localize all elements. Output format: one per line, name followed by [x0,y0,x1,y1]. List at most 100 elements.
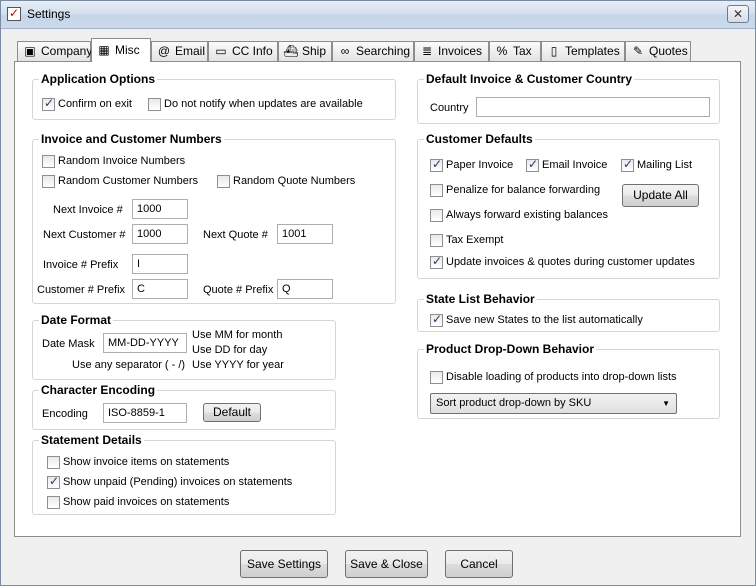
camera-icon: ▣ [24,44,36,58]
save-close-button[interactable]: Save & Close [345,550,428,578]
always-forward-checkbox[interactable]: Always forward existing balances [430,208,608,222]
title-bar[interactable]: ✓ Settings ✕ [1,1,755,29]
checkbox-box[interactable] [430,370,443,384]
tab-company[interactable]: ▣ Company [17,41,92,61]
disable-loading-checkbox[interactable]: Disable loading of products into drop-do… [430,370,677,384]
tab-cc-info[interactable]: ▭ CC Info [208,41,278,61]
checkbox-box[interactable] [526,157,539,172]
misc-panel: Application Options Confirm on exit Do n… [14,61,741,537]
hint-year: Use YYYY for year [192,359,284,371]
statement-details-group: Statement Details Show invoice items on … [32,433,336,515]
confirm-exit-checkbox[interactable]: Confirm on exit [42,96,132,111]
state-list-title: State List Behavior [424,292,537,306]
penalize-checkbox[interactable]: Penalize for balance forwarding [430,183,600,197]
date-format-title: Date Format [39,313,114,327]
email-invoice-checkbox[interactable]: Email Invoice [526,157,607,172]
checkbox-box[interactable] [430,312,443,327]
tab-quotes[interactable]: ✎ Quotes [625,41,691,61]
state-list-group: State List Behavior Save new States to t… [417,292,720,332]
tab-email[interactable]: @ Email [151,41,208,61]
checkbox-box[interactable] [47,455,60,469]
tab-searching[interactable]: ∞ Searching [332,41,414,61]
tab-templates[interactable]: ▯ Templates [541,41,625,61]
customer-defaults-title: Customer Defaults [424,132,535,146]
encoding-input[interactable]: ISO-8859-1 [103,403,187,423]
date-format-group: Date Format Date Mask MM-DD-YYYY Use any… [32,313,336,380]
close-button[interactable]: ✕ [727,5,749,23]
customer-prefix-label: Customer # Prefix [37,284,126,296]
tab-invoices[interactable]: ≣ Invoices [414,41,489,61]
at-icon: @ [157,44,171,58]
update-all-button[interactable]: Update All [622,184,699,207]
invoice-prefix-label: Invoice # Prefix [43,259,119,271]
checkbox-box[interactable] [148,97,161,111]
chevron-down-icon: ▼ [662,399,670,408]
default-country-title: Default Invoice & Customer Country [424,72,635,86]
show-paid-checkbox[interactable]: Show paid invoices on statements [47,495,229,509]
checkbox-box[interactable] [47,474,60,489]
statement-details-title: Statement Details [39,433,144,447]
settings-window: ✓ Settings ✕ ▣ Company ▦ Misc @ Email ▭ CC I… [0,0,756,586]
checkbox-box[interactable] [217,174,230,188]
pencil-icon: ✎ [632,44,644,58]
checkbox-box[interactable] [42,96,55,111]
tax-exempt-checkbox[interactable]: Tax Exempt [430,233,503,247]
customer-prefix-input[interactable]: C [132,279,188,299]
save-states-checkbox[interactable]: Save new States to the list automaticall… [430,312,643,327]
next-invoice-input[interactable]: 1000 [132,199,188,219]
quote-prefix-input[interactable]: Q [277,279,333,299]
application-options-title: Application Options [39,72,157,86]
no-notify-checkbox[interactable]: Do not notify when updates are available [148,97,363,111]
random-invoice-checkbox[interactable]: Random Invoice Numbers [42,154,185,168]
default-encoding-button[interactable]: Default [203,403,261,422]
checkbox-box[interactable] [430,208,443,222]
encoding-label: Encoding [42,408,88,420]
ship-icon: ⛴ [283,44,299,58]
checkbox-box[interactable] [430,254,443,269]
update-invoices-checkbox[interactable]: Update invoices & quotes during customer… [430,254,695,269]
tab-tax[interactable]: % Tax [489,41,541,61]
save-settings-button[interactable]: Save Settings [240,550,328,578]
date-mask-input[interactable]: MM-DD-YYYY [103,333,187,353]
window-title: Settings [27,7,71,21]
application-options-group: Application Options Confirm on exit Do n… [32,72,396,120]
next-customer-input[interactable]: 1000 [132,224,188,244]
mailing-list-checkbox[interactable]: Mailing List [621,157,692,172]
paper-invoice-checkbox[interactable]: Paper Invoice [430,157,513,172]
next-invoice-label: Next Invoice # [53,204,123,216]
binoculars-icon: ∞ [340,44,350,58]
checkbox-box[interactable] [42,154,55,168]
random-customer-checkbox[interactable]: Random Customer Numbers [42,174,198,188]
product-dropdown-title: Product Drop-Down Behavior [424,342,597,356]
checkbox-box[interactable] [42,174,55,188]
quote-prefix-label: Quote # Prefix [203,284,274,296]
checkbox-box[interactable] [47,495,60,509]
country-input[interactable] [476,97,710,117]
sort-product-dropdown[interactable]: Sort product drop-down by SKU ▼ [430,393,677,414]
grid-icon: ▦ [98,43,110,57]
product-dropdown-group: Product Drop-Down Behavior Disable loadi… [417,342,720,419]
tab-ship[interactable]: ⛴ Ship [278,41,332,61]
cancel-button[interactable]: Cancel [445,550,513,578]
show-invoice-items-checkbox[interactable]: Show invoice items on statements [47,455,229,469]
next-quote-input[interactable]: 1001 [277,224,333,244]
show-unpaid-checkbox[interactable]: Show unpaid (Pending) invoices on statem… [47,474,292,489]
tab-misc[interactable]: ▦ Misc [91,38,151,62]
country-label: Country [430,102,469,114]
checkbox-box[interactable] [621,157,634,172]
hint-day: Use DD for day [192,344,268,356]
default-country-group: Default Invoice & Customer Country Count… [417,72,720,124]
next-quote-label: Next Quote # [203,229,268,241]
character-encoding-group: Character Encoding Encoding ISO-8859-1 D… [32,383,336,430]
invoice-prefix-input[interactable]: I [132,254,188,274]
customer-defaults-group: Customer Defaults Paper Invoice Email In… [417,132,720,279]
character-encoding-title: Character Encoding [39,383,158,397]
percent-icon: % [496,44,508,58]
document-icon: ▯ [550,44,558,58]
random-quote-checkbox[interactable]: Random Quote Numbers [217,174,355,188]
next-customer-label: Next Customer # [43,229,126,241]
checkbox-box[interactable] [430,233,443,247]
credit-card-icon: ▭ [215,44,227,58]
checkbox-box[interactable] [430,183,443,197]
checkbox-box[interactable] [430,157,443,172]
